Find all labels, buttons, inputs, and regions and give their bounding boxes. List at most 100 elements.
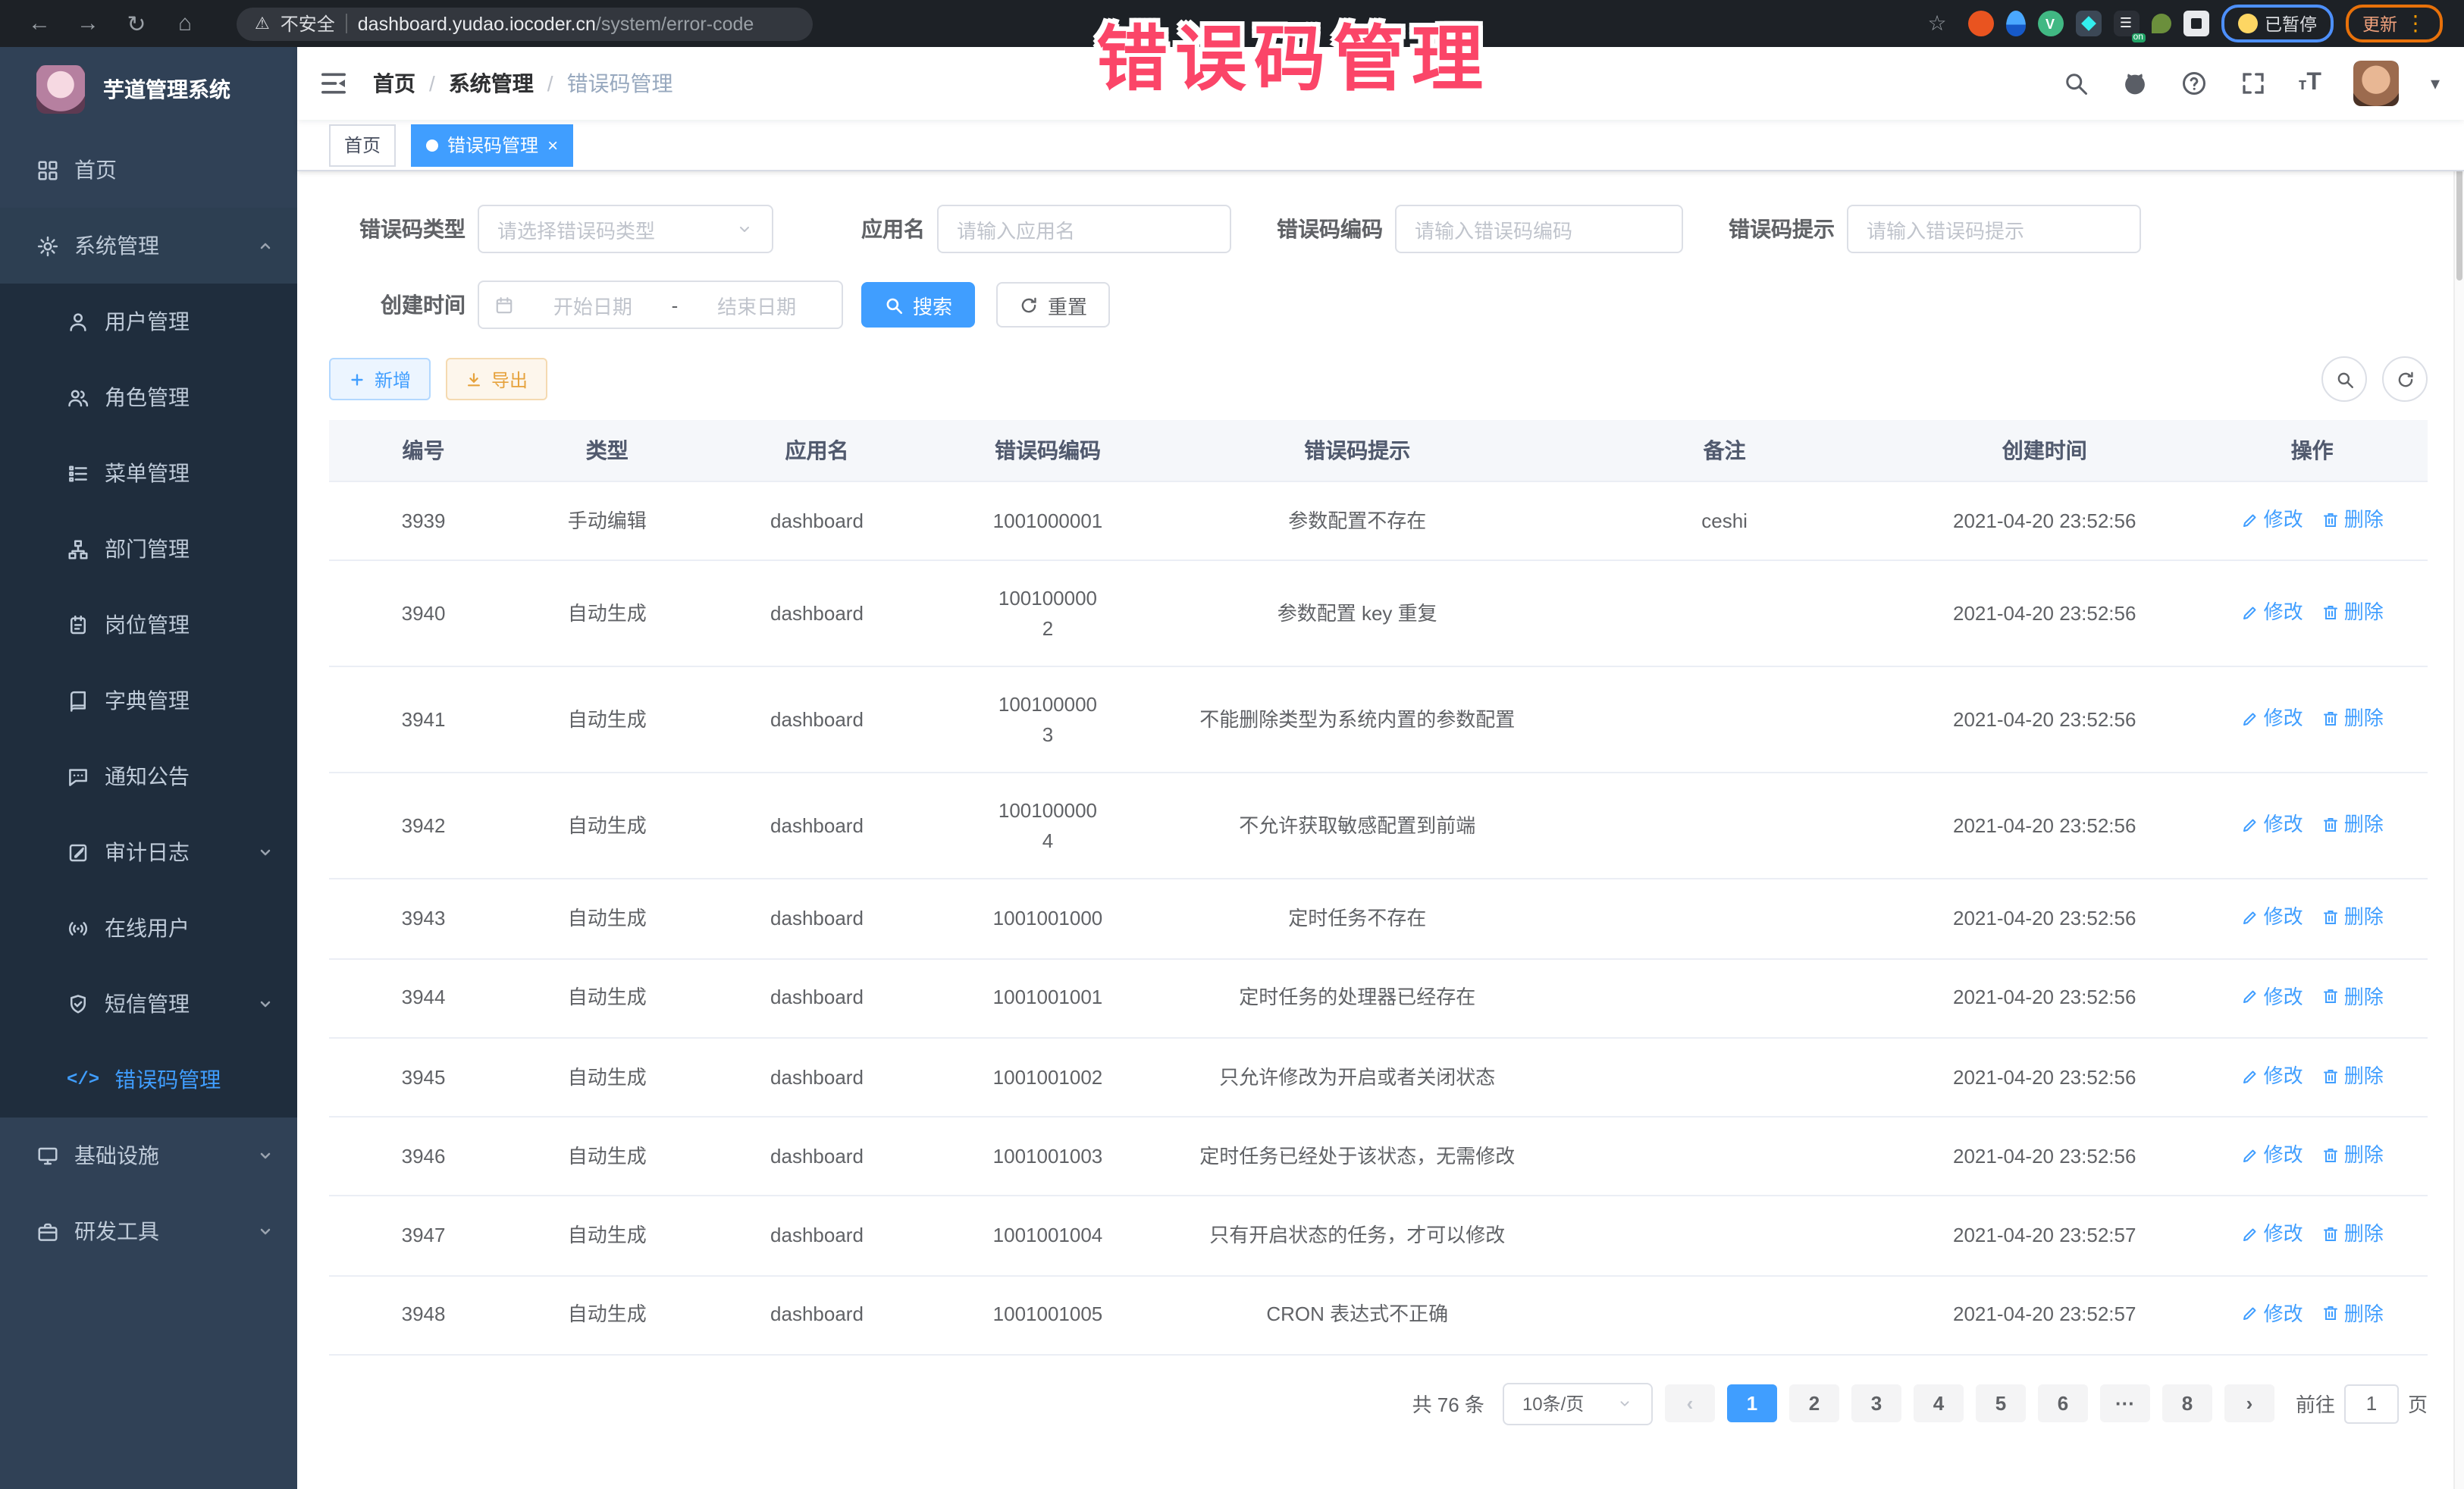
app-name-input[interactable]: 请输入应用名 xyxy=(937,205,1231,253)
refresh-icon xyxy=(1019,295,1039,315)
page-size-select[interactable]: 10条/页 xyxy=(1503,1383,1653,1425)
delete-link[interactable]: 删除 xyxy=(2321,982,2384,1011)
page-button-4[interactable]: 4 xyxy=(1914,1385,1964,1423)
edit-link[interactable]: 修改 xyxy=(2241,903,2303,933)
hamburger-icon[interactable] xyxy=(318,68,349,99)
page-button-3[interactable]: 3 xyxy=(1851,1385,1901,1423)
page-button-2[interactable]: 2 xyxy=(1789,1385,1839,1423)
help-icon[interactable] xyxy=(2180,70,2208,97)
page-button-1[interactable]: 1 xyxy=(1727,1385,1777,1423)
refresh-table-button[interactable] xyxy=(2382,356,2428,402)
sidebar-item-infrastructure[interactable]: 基础设施 xyxy=(0,1118,297,1193)
fullscreen-icon[interactable] xyxy=(2240,70,2267,97)
browser-menu-icon[interactable]: ⋮ xyxy=(2405,11,2426,36)
goto-page-input[interactable] xyxy=(2344,1384,2399,1424)
key-extension-icon[interactable] xyxy=(2151,14,2171,33)
sidebar-item-sms[interactable]: 短信管理 xyxy=(0,966,297,1042)
ubuntu-extension-icon[interactable] xyxy=(1967,11,1993,36)
address-bar[interactable]: ⚠ 不安全 dashboard.yudao.iocoder.cn/system/… xyxy=(237,7,813,40)
profile-paused-badge[interactable]: 已暂停 xyxy=(2221,5,2334,42)
add-button[interactable]: 新增 xyxy=(329,358,431,400)
github-icon[interactable] xyxy=(2121,70,2149,97)
sidebar-item-system[interactable]: 系统管理 xyxy=(0,208,297,284)
sidebar-item-users[interactable]: 用户管理 xyxy=(0,284,297,359)
delete-link[interactable]: 删除 xyxy=(2321,903,2384,933)
delete-link[interactable]: 删除 xyxy=(2321,597,2384,627)
bookmark-star-icon[interactable]: ☆ xyxy=(1919,11,1955,36)
error-code-table: 编号 类型 应用名 错误码编码 错误码提示 备注 创建时间 操作 3939手动编 xyxy=(329,420,2428,1356)
edit-link[interactable]: 修改 xyxy=(2241,1299,2303,1328)
sidebar-item-menus[interactable]: 菜单管理 xyxy=(0,435,297,511)
edit-link[interactable]: 修改 xyxy=(2241,704,2303,733)
sidebar-item-home[interactable]: 首页 xyxy=(0,132,297,208)
error-hint-input[interactable]: 请输入错误码提示 xyxy=(1847,205,2141,253)
delete-link[interactable]: 删除 xyxy=(2321,1220,2384,1249)
export-button[interactable]: 导出 xyxy=(446,358,547,400)
page-button-5[interactable]: 5 xyxy=(1976,1385,2026,1423)
edit-link[interactable]: 修改 xyxy=(2241,982,2303,1011)
date-range-picker[interactable]: 开始日期 - 结束日期 xyxy=(478,281,843,329)
sidebar-item-online-users[interactable]: 在线用户 xyxy=(0,890,297,966)
toggle-search-button[interactable] xyxy=(2321,356,2367,402)
prev-page-button[interactable]: ‹ xyxy=(1665,1385,1715,1423)
toolbox-icon xyxy=(36,1220,59,1243)
delete-link[interactable]: 删除 xyxy=(2321,1299,2384,1328)
browser-reload-icon[interactable]: ↻ xyxy=(118,10,155,37)
delete-link[interactable]: 删除 xyxy=(2321,1140,2384,1170)
tab-close-icon[interactable]: × xyxy=(547,136,558,154)
tab-home[interactable]: 首页 xyxy=(329,124,396,166)
header-search-icon[interactable] xyxy=(2062,70,2089,97)
font-size-icon[interactable]: тT xyxy=(2299,70,2321,97)
delete-link[interactable]: 删除 xyxy=(2321,1061,2384,1091)
announcement-icon xyxy=(67,765,89,788)
sidebar-item-roles[interactable]: 角色管理 xyxy=(0,359,297,435)
edit-link[interactable]: 修改 xyxy=(2241,505,2303,534)
url-text[interactable]: dashboard.yudao.iocoder.cn/system/error-… xyxy=(358,13,754,34)
browser-back-icon[interactable]: ← xyxy=(21,11,58,36)
tampermonkey-on-extension-icon[interactable]: ☰on xyxy=(2113,11,2139,36)
tags-view: 首页 错误码管理 × xyxy=(297,120,2464,171)
browser-home-icon[interactable]: ⌂ xyxy=(167,11,203,36)
tab-error-code[interactable]: 错误码管理 × xyxy=(411,124,573,166)
user-avatar[interactable] xyxy=(2353,61,2399,106)
grid-extension-icon[interactable] xyxy=(2075,11,2101,36)
next-page-button[interactable]: › xyxy=(2224,1385,2274,1423)
search-button[interactable]: 搜索 xyxy=(861,282,975,328)
edit-link[interactable]: 修改 xyxy=(2241,597,2303,627)
puzzle-extension-icon[interactable] xyxy=(2183,11,2209,36)
delete-link[interactable]: 删除 xyxy=(2321,505,2384,534)
edit-link[interactable]: 修改 xyxy=(2241,1061,2303,1091)
error-type-select[interactable]: 请选择错误码类型 xyxy=(478,205,773,253)
table-row: 3946自动生成dashboard1001001003定时任务已经处于该状态，无… xyxy=(329,1117,2428,1196)
sidebar-item-error-code[interactable]: </> 错误码管理 xyxy=(0,1042,297,1118)
browser-forward-icon[interactable]: → xyxy=(70,11,106,36)
user-menu-caret-icon[interactable]: ▾ xyxy=(2431,73,2440,94)
sidebar-item-departments[interactable]: 部门管理 xyxy=(0,511,297,587)
breadcrumb-system[interactable]: 系统管理 xyxy=(449,68,534,99)
delete-link[interactable]: 删除 xyxy=(2321,810,2384,839)
delete-link[interactable]: 删除 xyxy=(2321,704,2384,733)
edit-link[interactable]: 修改 xyxy=(2241,1140,2303,1170)
error-hint-label: 错误码提示 xyxy=(1726,214,1835,244)
sidebar-item-audit-log[interactable]: 审计日志 xyxy=(0,814,297,890)
not-secure-warning-icon: ⚠ xyxy=(255,14,270,33)
app-logo-row[interactable]: 芋道管理系统 xyxy=(0,47,297,132)
edit-link[interactable]: 修改 xyxy=(2241,1220,2303,1249)
reset-button[interactable]: 重置 xyxy=(996,282,1110,328)
sidebar-item-dev-tools[interactable]: 研发工具 xyxy=(0,1193,297,1269)
error-code-input[interactable]: 请输入错误码编码 xyxy=(1395,205,1683,253)
browser-update-button[interactable]: 更新 ⋮ xyxy=(2346,5,2443,42)
sidebar-item-notice[interactable]: 通知公告 xyxy=(0,738,297,814)
vue-devtools-extension-icon[interactable]: V xyxy=(2037,11,2063,36)
scrollbar[interactable] xyxy=(2453,47,2464,1489)
pin-extension-icon[interactable] xyxy=(2005,11,2025,36)
sidebar-item-dict[interactable]: 字典管理 xyxy=(0,663,297,738)
sidebar-item-posts[interactable]: 岗位管理 xyxy=(0,587,297,663)
shield-check-icon xyxy=(67,992,89,1015)
page-button-6[interactable]: 6 xyxy=(2038,1385,2088,1423)
breadcrumb-home[interactable]: 首页 xyxy=(373,68,415,99)
edit-link[interactable]: 修改 xyxy=(2241,810,2303,839)
not-secure-label[interactable]: 不安全 xyxy=(281,11,335,36)
page-ellipsis[interactable]: ··· xyxy=(2100,1385,2150,1423)
page-button-8[interactable]: 8 xyxy=(2162,1385,2212,1423)
